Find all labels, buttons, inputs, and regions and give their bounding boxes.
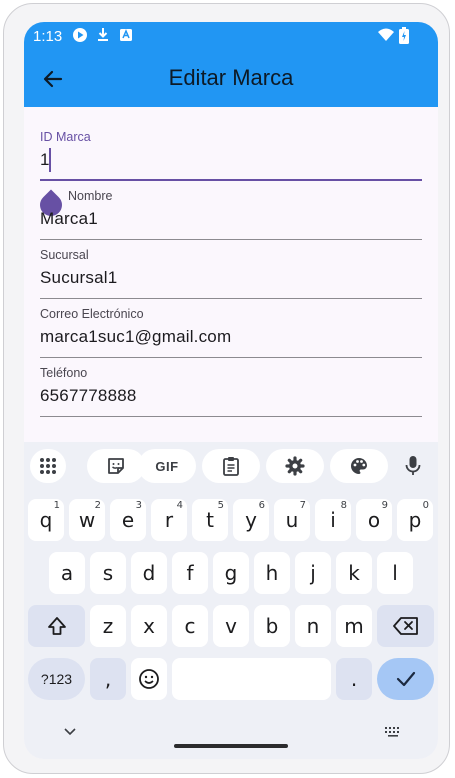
key-o[interactable]: o9 <box>356 499 392 541</box>
status-time: 1:13 <box>33 28 63 45</box>
field-label: Teléfono <box>40 366 88 380</box>
gear-icon <box>285 456 305 476</box>
key-f[interactable]: f <box>172 552 208 594</box>
key-b[interactable]: b <box>254 605 290 647</box>
battery-icon <box>399 27 409 44</box>
backspace-key[interactable] <box>377 605 434 647</box>
key-q[interactable]: q1 <box>28 499 64 541</box>
apps-grid-button[interactable] <box>30 449 66 483</box>
key-t[interactable]: t5 <box>192 499 228 541</box>
clipboard-icon <box>223 457 239 476</box>
field-label: Nombre <box>68 189 113 203</box>
field-value[interactable]: marca1suc1@gmail.com <box>40 327 231 347</box>
download-icon <box>98 28 108 41</box>
key-k[interactable]: k <box>336 552 372 594</box>
sticker-button[interactable] <box>87 449 145 483</box>
emoji-icon <box>139 669 159 689</box>
key-r[interactable]: r4 <box>151 499 187 541</box>
field-value[interactable]: Marca1 <box>40 209 98 229</box>
field-label: ID Marca <box>40 130 91 144</box>
gif-button[interactable]: GIF <box>138 449 196 483</box>
clipboard-button[interactable] <box>202 449 260 483</box>
wifi-icon <box>378 28 394 41</box>
status-bar: 1:13 <box>24 22 438 50</box>
key-j[interactable]: j <box>295 552 331 594</box>
keyboard-notification-icon <box>120 29 132 41</box>
key-n[interactable]: n <box>295 605 331 647</box>
field-label: Correo Electrónico <box>40 307 144 321</box>
symbols-key[interactable]: ?123 <box>28 658 85 700</box>
comma-key[interactable]: , <box>90 658 126 700</box>
field-value[interactable]: Sucursal1 <box>40 268 117 288</box>
edit-brand-form: ID Marca 1 Nombre Marca1 Sucursal Sucurs… <box>24 107 438 442</box>
hide-keyboard-icon[interactable] <box>63 727 77 737</box>
microphone-icon <box>405 456 421 475</box>
key-d[interactable]: d <box>131 552 167 594</box>
key-x[interactable]: x <box>131 605 167 647</box>
field-label: Sucursal <box>40 248 89 262</box>
enter-key[interactable] <box>377 658 434 700</box>
key-m[interactable]: m <box>336 605 372 647</box>
key-z[interactable]: z <box>90 605 126 647</box>
app-bar: Editar Marca <box>24 50 438 107</box>
voice-input-button[interactable] <box>396 449 430 483</box>
telefono-field[interactable]: Teléfono 6567778888 <box>40 358 422 417</box>
key-c[interactable]: c <box>172 605 208 647</box>
keyboard-switch-icon[interactable] <box>384 726 402 738</box>
sucursal-field[interactable]: Sucursal Sucursal1 <box>40 240 422 299</box>
key-a[interactable]: a <box>49 552 85 594</box>
key-e[interactable]: e3 <box>110 499 146 541</box>
screen: 1:13 Editar Marca ID Marca 1 Nombre Marc… <box>24 22 438 759</box>
checkmark-icon <box>396 671 415 687</box>
soft-keyboard: GIF q 1 w 2 e 3 r 4 t 5 y 6 u 7 i 8 o 9 … <box>24 442 438 759</box>
sticker-icon <box>108 458 124 474</box>
key-g[interactable]: g <box>213 552 249 594</box>
key-y[interactable]: y6 <box>233 499 269 541</box>
palette-icon <box>351 458 367 474</box>
key-i[interactable]: i8 <box>315 499 351 541</box>
play-store-icon <box>73 28 87 42</box>
page-title: Editar Marca <box>168 65 294 90</box>
key-w[interactable]: w2 <box>69 499 105 541</box>
period-key[interactable]: . <box>336 658 372 700</box>
theme-button[interactable] <box>330 449 388 483</box>
field-value[interactable]: 6567778888 <box>40 386 137 406</box>
shift-icon <box>47 617 66 635</box>
nombre-field[interactable]: Nombre Marca1 <box>40 181 422 240</box>
home-gesture-bar[interactable] <box>174 744 288 748</box>
key-p[interactable]: p0 <box>397 499 433 541</box>
phone-frame: 1:13 Editar Marca ID Marca 1 Nombre Marc… <box>3 3 450 774</box>
settings-button[interactable] <box>266 449 324 483</box>
shift-key[interactable] <box>28 605 85 647</box>
key-h[interactable]: h <box>254 552 290 594</box>
key-l[interactable]: l <box>377 552 413 594</box>
text-cursor <box>49 148 51 172</box>
backspace-icon <box>392 617 418 635</box>
key-s[interactable]: s <box>90 552 126 594</box>
space-key[interactable] <box>172 658 331 700</box>
id-marca-field[interactable]: ID Marca 1 <box>35 122 422 221</box>
email-field[interactable]: Correo Electrónico marca1suc1@gmail.com <box>40 299 422 358</box>
apps-grid-icon <box>40 458 56 474</box>
key-v[interactable]: v <box>213 605 249 647</box>
gif-label: GIF <box>155 458 179 474</box>
key-u[interactable]: u7 <box>274 499 310 541</box>
emoji-key[interactable] <box>131 658 167 700</box>
